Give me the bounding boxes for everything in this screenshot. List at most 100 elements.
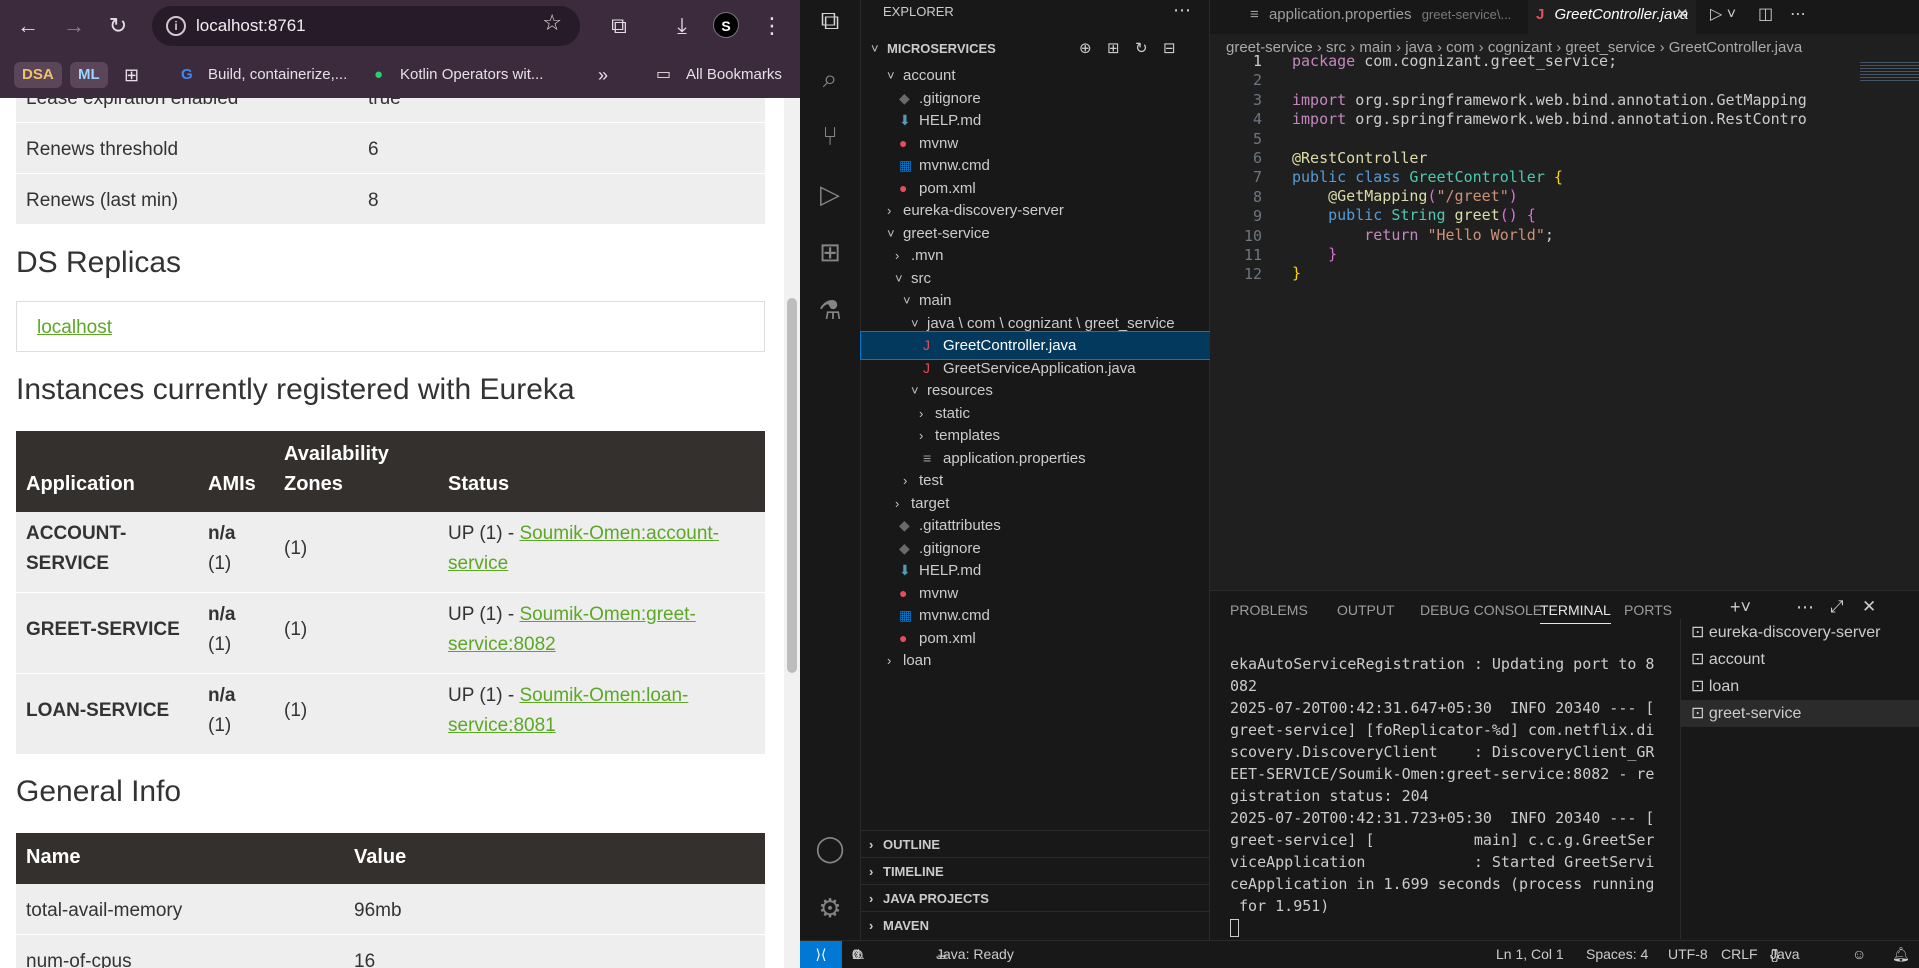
source-control-icon[interactable]: ⑂ (814, 120, 846, 152)
download-icon[interactable]: ⤓ (666, 10, 698, 42)
scrollbar-thumb[interactable] (787, 298, 797, 673)
remote-indicator-icon[interactable]: ⟩⟨ (800, 941, 842, 968)
close-panel-icon[interactable]: ✕ (1862, 597, 1876, 617)
maximize-panel-icon[interactable]: ⤢ (1830, 597, 1844, 617)
bracket: ( (1427, 187, 1437, 205)
terminal-item[interactable]: ⊡ eureka-discovery-server (1681, 619, 1919, 646)
address-bar[interactable]: i localhost:8761 ☆ (152, 6, 580, 46)
terminal-item-active[interactable]: ⊡ greet-service (1681, 700, 1919, 727)
url-text[interactable]: localhost:8761 (196, 16, 306, 36)
instance-link[interactable]: service:8081 (448, 711, 556, 741)
split-editor-icon[interactable]: ◫ (1758, 0, 1773, 34)
replica-link[interactable]: localhost (37, 317, 112, 339)
maven-section[interactable]: › MAVEN (861, 911, 1210, 938)
refresh-icon[interactable]: ↻ (1135, 35, 1148, 62)
extensions-icon[interactable]: ⧉ (603, 10, 635, 42)
apps-grid-icon[interactable]: ⊞ (124, 62, 139, 88)
more-actions-icon[interactable]: ⋯ (1790, 0, 1806, 34)
page-scrollbar[interactable] (784, 98, 800, 968)
encoding[interactable]: UTF-8 (1668, 941, 1708, 967)
terminal-item[interactable]: ⊡ account (1681, 646, 1919, 673)
chevron-down-icon: ˅ (871, 41, 879, 56)
line-number: 3 (1252, 90, 1262, 109)
notifications-bell-icon[interactable]: 🔔︎ (1892, 941, 1910, 967)
line-endings[interactable]: CRLF (1721, 941, 1758, 967)
back-icon[interactable]: ← (12, 10, 44, 42)
col-zones-line1: Availability (284, 443, 389, 465)
bookmark-ml[interactable]: ML (70, 62, 108, 88)
explorer-icon[interactable]: ⧉ (814, 4, 846, 36)
section-label: JAVA PROJECTS (883, 891, 989, 906)
new-folder-icon[interactable]: ⊞ (1107, 35, 1120, 62)
new-terminal-icon[interactable]: +˅ (1730, 597, 1751, 618)
account-icon[interactable]: ◯ (814, 832, 846, 864)
tab-application-properties[interactable]: ≡ application.properties greet-service\.… (1250, 0, 1511, 34)
bookmark-star-icon[interactable]: ☆ (542, 10, 562, 36)
copilot-icon[interactable]: ☺ (1852, 941, 1866, 967)
more-bookmarks-icon[interactable]: » (598, 62, 608, 88)
minimap[interactable] (1860, 62, 1919, 82)
tab-terminal[interactable]: TERMINAL (1540, 602, 1611, 624)
activity-bar: ⧉ ⌕ ⑂ ▷ ⊞ ⚗ ◯ ⚙ (800, 0, 861, 940)
settings-gear-icon[interactable]: ⚙ (814, 892, 846, 924)
terminal-item[interactable]: ⊡ loan (1681, 673, 1919, 700)
terminal-output[interactable]: ekaAutoServiceRegistration : Updating po… (1230, 653, 1668, 917)
general-info-heading: General Info (16, 775, 182, 808)
java-file-icon: J (1536, 6, 1545, 23)
general-table-header: Name Value (16, 833, 765, 884)
info-name: num-of-cpus (26, 951, 132, 968)
instance-link[interactable]: service (448, 549, 508, 579)
extensions-icon[interactable]: ⊞ (814, 236, 846, 268)
timeline-section[interactable]: › TIMELINE (861, 857, 1210, 884)
new-file-icon[interactable]: ⊕ (1079, 35, 1092, 62)
bookmark-build[interactable]: Build, containerize,... (208, 62, 347, 88)
folder-icon: ▭ (656, 66, 672, 83)
profile-avatar[interactable]: S (713, 12, 739, 38)
collapse-all-icon[interactable]: ⊟ (1163, 35, 1176, 62)
annotation: @RestController (1292, 149, 1428, 167)
reload-icon[interactable]: ↻ (102, 10, 134, 42)
bottom-panel: PROBLEMS OUTPUT DEBUG CONSOLE TERMINAL P… (1210, 590, 1919, 940)
bookmark-kotlin[interactable]: Kotlin Operators wit... (400, 62, 543, 88)
all-bookmarks[interactable]: All Bookmarks (686, 62, 782, 88)
tab-debug-console[interactable]: DEBUG CONSOLE (1420, 602, 1542, 618)
menu-kebab-icon[interactable]: ⋮ (756, 10, 788, 42)
run-debug-icon[interactable]: ▷ (814, 178, 846, 210)
search-icon[interactable]: ⌕ (814, 62, 846, 94)
indentation[interactable]: Spaces: 4 (1586, 941, 1648, 967)
close-tab-icon[interactable]: ✕ (1676, 0, 1689, 30)
forward-icon[interactable]: → (58, 10, 90, 42)
tab-output[interactable]: OUTPUT (1337, 602, 1395, 618)
workspace-root[interactable]: ˅ MICROSERVICES ⊕ ⊞ ↻ ⊟ (861, 35, 1210, 62)
col-amis: AMIs (208, 473, 256, 495)
info-value: 16 (354, 951, 376, 968)
panel-more-icon[interactable]: ⋯ (1796, 597, 1814, 618)
explorer-more-icon[interactable]: ⋯ (1173, 0, 1191, 21)
instance-link[interactable]: Soumik-Omen:loan- (519, 685, 688, 706)
site-info-icon[interactable]: i (166, 16, 186, 36)
terminal-icon: ⊡ (1691, 624, 1705, 641)
eureka-dashboard: Lease expiration enabled true Renews thr… (0, 98, 784, 968)
instance-link[interactable]: Soumik-Omen:account- (519, 523, 719, 544)
breadcrumb-item[interactable]: GreetController.java (1669, 39, 1802, 56)
cursor-position[interactable]: Ln 1, Col 1 (1496, 941, 1564, 967)
outline-section[interactable]: › OUTLINE (861, 830, 1210, 857)
instance-link[interactable]: service:8082 (448, 630, 556, 660)
java-projects-section[interactable]: › JAVA PROJECTS (861, 884, 1210, 911)
tab-problems[interactable]: PROBLEMS (1230, 602, 1308, 618)
bracket: () (1499, 206, 1518, 224)
stats-row: Renews (last min) 8 (16, 174, 765, 225)
tab-greetcontroller[interactable]: J GreetController.java ✕ (1528, 0, 1696, 34)
properties-file-icon: ≡ (1250, 6, 1259, 23)
stat-value: 8 (368, 190, 379, 211)
instance-link[interactable]: Soumik-Omen:greet- (519, 604, 695, 625)
tab-ports[interactable]: PORTS (1624, 602, 1672, 618)
bookmark-dsa[interactable]: DSA (14, 62, 62, 88)
run-icon[interactable]: ▷ ˅ (1710, 0, 1736, 34)
zones-value: (1) (284, 700, 308, 721)
instances-table-header: Application AMIs Availability Zones Stat… (16, 431, 765, 512)
bracket: { (1517, 206, 1536, 224)
tree-item[interactable]: › loan (861, 647, 1210, 674)
testing-icon[interactable]: ⚗ (814, 294, 846, 326)
app-name: LOAN-SERVICE (26, 700, 170, 721)
